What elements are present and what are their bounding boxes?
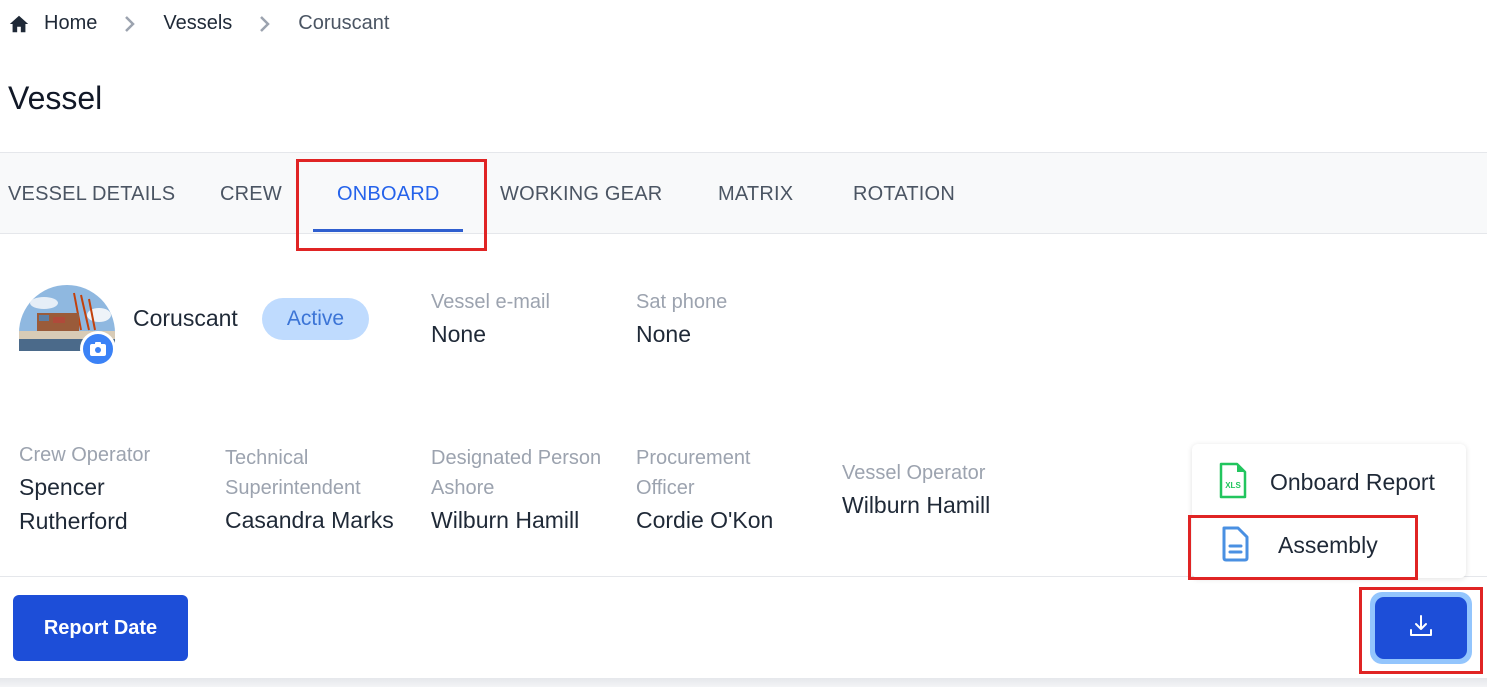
menu-item-label: Onboard Report <box>1270 468 1435 495</box>
vessel-email-field: Vessel e-mail None <box>431 287 550 351</box>
camera-icon[interactable] <box>80 331 116 367</box>
tab-bar: VESSEL DETAILS CREW ONBOARD WORKING GEAR… <box>0 152 1487 234</box>
crew-operator-value: Spencer Rutherford <box>19 474 128 534</box>
technical-superintendent-field: Technical Superintendent Casandra Marks <box>225 443 405 537</box>
breadcrumb-current: Coruscant <box>298 12 390 34</box>
tab-working-gear[interactable]: WORKING GEAR <box>500 153 662 235</box>
vessel-email-value: None <box>431 321 486 347</box>
technical-superintendent-label: Technical Superintendent <box>225 447 361 499</box>
vessel-name: Coruscant <box>133 305 238 331</box>
svg-text:XLS: XLS <box>1225 481 1241 490</box>
breadcrumb: Home Vessels Coruscant <box>8 12 389 35</box>
tab-rotation[interactable]: ROTATION <box>853 153 955 235</box>
menu-item-assembly[interactable]: Assembly <box>1192 517 1466 573</box>
active-tab-indicator <box>313 229 463 232</box>
designated-person-ashore-value: Wilburn Hamill <box>431 507 580 533</box>
designated-person-ashore-label: Designated Person Ashore <box>431 447 602 499</box>
crew-operator-label: Crew Operator <box>19 444 151 466</box>
procurement-officer-value: Cordie O'Kon <box>636 507 774 533</box>
report-date-button[interactable]: Report Date <box>13 595 188 661</box>
breadcrumb-home[interactable]: Home <box>44 12 97 35</box>
breadcrumb-vessels[interactable]: Vessels <box>163 12 232 35</box>
chevron-right-icon <box>123 14 137 34</box>
tab-matrix[interactable]: MATRIX <box>718 153 793 235</box>
status-badge: Active <box>262 298 369 340</box>
procurement-officer-field: Procurement Officer Cordie O'Kon <box>636 443 806 537</box>
page-title: Vessel <box>8 80 103 116</box>
tab-vessel-details[interactable]: VESSEL DETAILS <box>8 153 175 235</box>
home-icon[interactable] <box>8 13 30 35</box>
tab-crew[interactable]: CREW <box>220 153 282 235</box>
download-icon <box>1408 613 1434 644</box>
vessel-operator-label: Vessel Operator <box>842 462 986 484</box>
vessel-operator-field: Vessel Operator Wilburn Hamill <box>842 458 1042 522</box>
download-button[interactable] <box>1370 592 1472 664</box>
crew-operator-field: Crew Operator Spencer Rutherford <box>19 440 189 538</box>
menu-item-label: Assembly <box>1278 531 1378 558</box>
vessel-operator-value: Wilburn Hamill <box>842 492 991 518</box>
menu-item-onboard-report[interactable]: XLS Onboard Report <box>1192 454 1466 510</box>
designated-person-ashore-field: Designated Person Ashore Wilburn Hamill <box>431 443 616 537</box>
vessel-email-label: Vessel e-mail <box>431 291 550 313</box>
tab-onboard[interactable]: ONBOARD <box>337 153 440 235</box>
document-icon <box>1220 525 1252 565</box>
technical-superintendent-value: Casandra Marks <box>225 507 394 533</box>
download-menu: XLS Onboard Report Assembly <box>1192 444 1466 578</box>
chevron-right-icon <box>258 14 272 34</box>
procurement-officer-label: Procurement Officer <box>636 447 751 499</box>
sat-phone-value: None <box>636 321 691 347</box>
page-bottom-edge <box>0 678 1487 687</box>
sat-phone-label: Sat phone <box>636 291 728 313</box>
xls-file-icon: XLS <box>1218 462 1250 502</box>
sat-phone-field: Sat phone None <box>636 287 727 351</box>
